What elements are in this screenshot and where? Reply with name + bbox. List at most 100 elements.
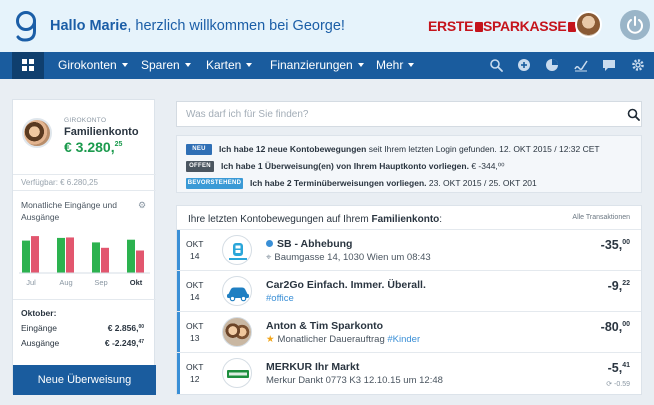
search-field[interactable]: Was darf ich für Sie finden?	[176, 101, 642, 127]
notifications-panel: NEU Ich habe 12 neue Kontobewegungen sei…	[176, 135, 642, 193]
search-icon[interactable]	[489, 58, 503, 72]
transaction-tag[interactable]: #office	[266, 293, 294, 304]
transaction-row[interactable]: OKT 13 Anton & Tim Sparkonto ★ Monatliche…	[177, 311, 641, 353]
transaction-tag[interactable]: #Kinder	[387, 334, 420, 345]
notification-bold: Ich habe 12 neue Kontobewegungen	[219, 144, 367, 154]
nav-karten[interactable]: Karten	[206, 58, 253, 72]
roundup-amount-text: -0.59	[614, 381, 630, 388]
greeting: Hallo Marie, herzlich willkommen bei Geo…	[50, 18, 345, 34]
account-type: GIROKONTO	[64, 117, 107, 124]
chart-icon[interactable]	[545, 58, 559, 72]
roundup-icon: ⟳	[606, 381, 613, 388]
badge-upcoming: BEVORSTEHEND	[186, 178, 243, 189]
bar-ausgänge-aug	[66, 237, 74, 273]
account-balance: € 3.280,25	[64, 139, 122, 155]
transaction-month: OKT	[186, 362, 204, 372]
dashboard-button[interactable]	[12, 52, 44, 79]
sparkasse-logo-text: SPARKASSE	[483, 18, 567, 34]
transaction-amount-main: -35,	[600, 238, 623, 252]
expense-value-cents: 47	[138, 339, 144, 345]
notification-bold: Ich habe 1 Überweisung(en) von Ihrem Hau…	[221, 161, 469, 171]
main-navigation: Girokonten Sparen Karten Finanzierungen …	[0, 52, 654, 79]
x-tick-label: Aug	[59, 278, 72, 287]
atm-icon	[222, 235, 252, 265]
x-tick-label: Sep	[94, 278, 107, 287]
bar-eingänge-aug	[57, 237, 65, 273]
erste-s-icon	[475, 22, 484, 32]
sparkasse-logo: SPARKASSE	[483, 18, 577, 34]
nav-finanzierungen-label: Finanzierungen	[270, 58, 353, 72]
income-expense-chart[interactable]: Monatliche Eingänge und Ausgänge ⚙ Jul Au…	[13, 190, 156, 300]
notification-item[interactable]: Ich habe 1 Überweisung(en) von Ihrem Hau…	[221, 161, 505, 172]
settings-icon[interactable]	[631, 58, 645, 72]
transactions-title-account: Familienkonto	[371, 214, 440, 225]
transaction-amount-main: -5,	[607, 361, 623, 375]
account-header[interactable]: GIROKONTO Familienkonto € 3.280,25	[13, 100, 156, 175]
transaction-detail: ⌖ Baumgasse 14, 1030 Wien um 08:43	[266, 252, 431, 263]
transaction-name: Anton & Tim Sparkonto	[266, 320, 384, 332]
chevron-down-icon	[184, 63, 191, 67]
notification-item[interactable]: Ich habe 2 Terminüberweisungen vorliegen…	[250, 178, 537, 188]
greeting-name: Hallo Marie	[50, 18, 128, 34]
row-marker	[177, 353, 180, 394]
transaction-month: OKT	[186, 239, 204, 249]
search-icon[interactable]	[627, 108, 640, 121]
income-label: Eingänge	[21, 323, 57, 333]
power-icon	[627, 16, 643, 34]
notification-bold: Ich habe 2 Terminüberweisungen vorliegen…	[250, 178, 427, 188]
notification-item[interactable]: Ich habe 12 neue Kontobewegungen seit Ih…	[219, 144, 600, 154]
transaction-row[interactable]: OKT 12 MERKUR Ihr Markt Merkur Dankt 077…	[177, 352, 641, 394]
all-transactions-link[interactable]: Alle Transaktionen	[572, 214, 630, 221]
nav-sparen-label: Sparen	[141, 58, 180, 72]
search-input[interactable]: Was darf ich für Sie finden?	[186, 109, 308, 120]
transaction-amount-main: -9,	[607, 279, 623, 293]
bar-ausgänge-sep	[101, 247, 109, 273]
x-tick-label: Okt	[130, 278, 143, 287]
unread-dot-icon	[266, 240, 273, 247]
transaction-row[interactable]: OKT 14 Car2Go Einfach. Immer. Überall. #…	[177, 270, 641, 312]
location-pin-icon: ⌖	[266, 252, 272, 263]
transaction-amount-cents: 00	[622, 239, 630, 246]
transactions-title-prefix: Ihre letzten Kontobewegungen auf Ihrem	[188, 214, 372, 225]
transaction-name: SB - Abhebung	[266, 238, 352, 250]
transactions-panel: Ihre letzten Kontobewegungen auf Ihrem F…	[176, 205, 642, 395]
transaction-amount: -5,41	[608, 361, 630, 375]
transaction-month: OKT	[186, 321, 204, 331]
nav-mehr[interactable]: Mehr	[376, 58, 415, 72]
signature-icon[interactable]	[574, 58, 588, 72]
expense-value: € -2.249,47	[105, 338, 144, 348]
bar-chart: Jul Aug Sep Okt	[19, 236, 150, 287]
message-icon[interactable]	[602, 58, 616, 72]
nav-mehr-label: Mehr	[376, 58, 404, 72]
nav-karten-label: Karten	[206, 58, 242, 72]
user-avatar[interactable]	[575, 11, 602, 38]
nav-finanzierungen[interactable]: Finanzierungen	[270, 58, 364, 72]
transaction-amount: -9,22	[608, 279, 630, 293]
expense-label: Ausgänge	[21, 338, 60, 348]
transaction-row[interactable]: OKT 14 SB - Abhebung ⌖ Baumgasse 14, 1030…	[177, 229, 641, 271]
transaction-day: 14	[190, 251, 200, 261]
bar-eingänge-jul	[22, 240, 30, 273]
logout-button[interactable]	[620, 10, 650, 40]
bar-ausgänge-okt	[136, 250, 144, 273]
add-icon[interactable]	[517, 58, 531, 72]
transaction-amount-cents: 22	[622, 280, 630, 287]
new-transfer-button[interactable]: Neue Überweisung	[13, 365, 156, 395]
transaction-name-text: SB - Abhebung	[277, 238, 353, 250]
badge-open: OFFEN	[186, 161, 214, 172]
george-logo-icon[interactable]	[14, 9, 42, 43]
transaction-day: 12	[190, 374, 200, 384]
account-card[interactable]: GIROKONTO Familienkonto € 3.280,25 Verfü…	[12, 99, 156, 395]
transaction-day: 13	[190, 333, 200, 343]
erste-logo: ERSTE	[428, 18, 484, 34]
nav-girokonten[interactable]: Girokonten	[58, 58, 128, 72]
transaction-detail-text: Monatlicher Dauerauftrag	[277, 334, 385, 345]
account-balance-cents: 25	[114, 141, 123, 148]
available-balance: Verfügbar: € 6.280,25	[21, 178, 98, 187]
nav-sparen[interactable]: Sparen	[141, 58, 191, 72]
transaction-amount: -80,00	[601, 320, 630, 334]
transaction-amount: -35,00	[601, 238, 630, 252]
row-marker	[177, 312, 180, 353]
transactions-title: Ihre letzten Kontobewegungen auf Ihrem F…	[188, 214, 442, 225]
kids-photo-avatar	[222, 317, 252, 347]
